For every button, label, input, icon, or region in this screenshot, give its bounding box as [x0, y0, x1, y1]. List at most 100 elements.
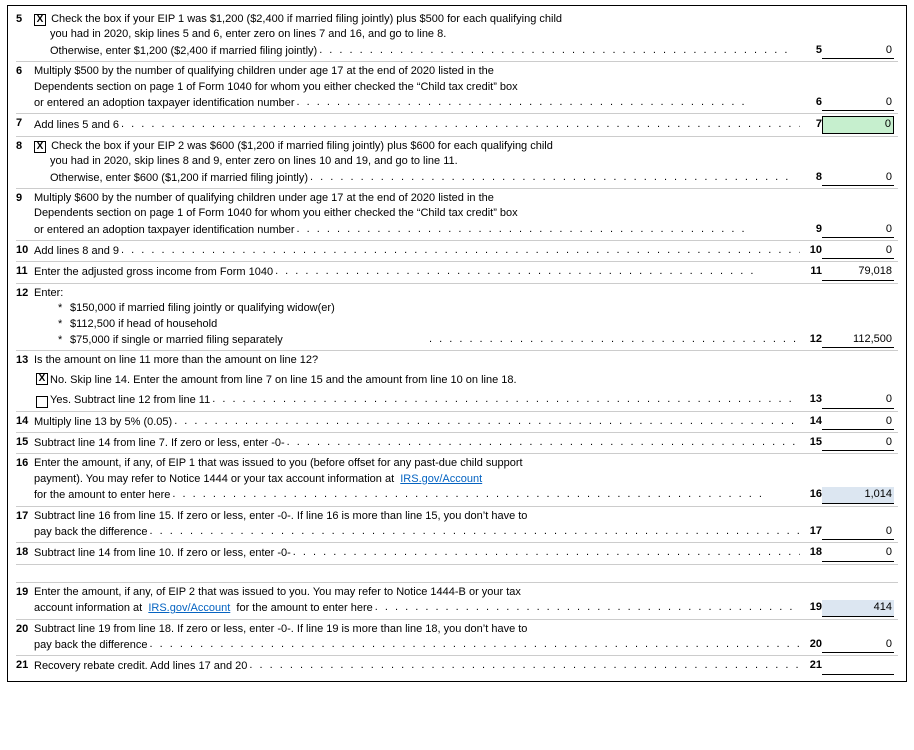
row-9: 9 Multiply $600 by the number of qualify…: [16, 189, 898, 241]
field-value-21[interactable]: [822, 658, 894, 674]
line-num-8: 8: [16, 139, 34, 152]
field-value-15[interactable]: 0: [822, 435, 894, 451]
line-num-16: 16: [16, 456, 34, 469]
line10-text: Add lines 8 and 9: [34, 244, 119, 259]
line-content-5: X Check the box if your EIP 1 was $1,200…: [34, 12, 898, 59]
line19-text1: Enter the amount, if any, of EIP 2 that …: [34, 585, 894, 600]
line6-text2: Dependents section on page 1 of Form 104…: [34, 80, 894, 95]
line16-text1: Enter the amount, if any, of EIP 1 that …: [34, 456, 894, 471]
line20-text2: pay back the difference: [34, 638, 148, 653]
field-value-5[interactable]: 0: [822, 43, 894, 59]
line19-dots: . . . . . . . . . . . . . . . . . . . . …: [373, 600, 800, 615]
row-16: 16 Enter the amount, if any, of EIP 1 th…: [16, 454, 898, 506]
line16-text3: for the amount to enter here: [34, 488, 170, 503]
line-num-14: 14: [16, 414, 34, 427]
checkbox-8[interactable]: X: [34, 141, 46, 153]
checkbox-yes-13[interactable]: [36, 396, 48, 408]
line-num-17: 17: [16, 509, 34, 522]
line17-text1: Subtract line 16 from line 15. If zero o…: [34, 509, 894, 524]
line12-dots: . . . . . . . . . . . . . . . . . . . . …: [427, 332, 800, 347]
line6-text3: or entered an adoption taxpayer identifi…: [34, 96, 295, 111]
line-content-7: Add lines 5 and 6 . . . . . . . . . . . …: [34, 116, 898, 133]
line-num-10: 10: [16, 243, 34, 256]
line16-dots: . . . . . . . . . . . . . . . . . . . . …: [170, 487, 800, 502]
line17-text2: pay back the difference: [34, 525, 148, 540]
line13-dots: . . . . . . . . . . . . . . . . . . . . …: [210, 392, 800, 407]
row-20: 20 Subtract line 19 from line 18. If zer…: [16, 620, 898, 657]
field-num-16: 16: [800, 487, 822, 503]
line-num-9: 9: [16, 191, 34, 204]
row-18: 18 Subtract line 14 from line 10. If zer…: [16, 543, 898, 564]
field-value-14[interactable]: 0: [822, 414, 894, 430]
field-value-8[interactable]: 0: [822, 170, 894, 186]
field-value-13[interactable]: 0: [822, 392, 894, 408]
checkbox-no-13[interactable]: X: [36, 373, 48, 385]
line18-text: Subtract line 14 from line 10. If zero o…: [34, 546, 291, 561]
line9-dots: . . . . . . . . . . . . . . . . . . . . …: [295, 222, 800, 237]
line-content-12: Enter: * $150,000 if married filing join…: [34, 286, 898, 349]
line12-bullet1: $150,000 if married filing jointly or qu…: [70, 301, 335, 316]
line-num-20: 20: [16, 622, 34, 635]
field-value-11[interactable]: 79,018: [822, 264, 894, 280]
line6-dots: . . . . . . . . . . . . . . . . . . . . …: [295, 95, 800, 110]
line5-text1: Check the box if your EIP 1 was $1,200 (…: [51, 13, 562, 25]
field-value-12[interactable]: 112,500: [822, 332, 894, 348]
line9-text2: Dependents section on page 1 of Form 104…: [34, 206, 894, 221]
line-num-18: 18: [16, 545, 34, 558]
line5-dots: . . . . . . . . . . . . . . . . . . . . …: [317, 43, 800, 58]
field-num-14: 14: [800, 414, 822, 430]
line-content-16: Enter the amount, if any, of EIP 1 that …: [34, 456, 898, 503]
line7-dots: . . . . . . . . . . . . . . . . . . . . …: [119, 117, 800, 132]
field-value-17[interactable]: 0: [822, 524, 894, 540]
line19-link[interactable]: IRS.gov/Account: [148, 602, 230, 614]
checkbox-5[interactable]: X: [34, 14, 46, 26]
field-value-19[interactable]: 414: [822, 600, 894, 616]
line10-dots: . . . . . . . . . . . . . . . . . . . . …: [119, 243, 800, 258]
row-17: 17 Subtract line 16 from line 15. If zer…: [16, 507, 898, 544]
line11-text: Enter the adjusted gross income from For…: [34, 265, 273, 280]
line-num-5: 5: [16, 12, 34, 25]
bullet2-icon: *: [58, 317, 70, 332]
field-value-7[interactable]: 0: [822, 116, 894, 133]
field-num-5: 5: [800, 43, 822, 59]
line20-text1: Subtract line 19 from line 18. If zero o…: [34, 622, 894, 637]
line8-text1: Check the box if your EIP 2 was $600 ($1…: [51, 140, 553, 152]
line-num-15: 15: [16, 435, 34, 448]
field-value-6[interactable]: 0: [822, 95, 894, 111]
row-12: 12 Enter: * $150,000 if married filing j…: [16, 284, 898, 352]
row-13a: 13 Is the amount on line 11 more than th…: [16, 351, 898, 370]
field-value-16[interactable]: 1,014: [822, 487, 894, 503]
field-value-10[interactable]: 0: [822, 243, 894, 259]
line17-dots: . . . . . . . . . . . . . . . . . . . . …: [148, 524, 800, 539]
field-num-8: 8: [800, 170, 822, 186]
line-num-19: 19: [16, 585, 34, 598]
field-num-12: 12: [800, 332, 822, 348]
line-num-6: 6: [16, 64, 34, 77]
line14-dots: . . . . . . . . . . . . . . . . . . . . …: [172, 414, 800, 429]
line16-link[interactable]: IRS.gov/Account: [400, 473, 482, 485]
line-content-13a: Is the amount on line 11 more than the a…: [34, 353, 898, 368]
field-num-19: 19: [800, 600, 822, 616]
row-8: 8 X Check the box if your EIP 2 was $600…: [16, 137, 898, 189]
line-content-19: Enter the amount, if any, of EIP 2 that …: [34, 585, 898, 617]
line12-enter: Enter:: [34, 286, 894, 301]
separator-row: [16, 565, 898, 583]
line-content-9: Multiply $600 by the number of qualifyin…: [34, 191, 898, 238]
line9-text1: Multiply $600 by the number of qualifyin…: [34, 191, 894, 206]
field-num-7: 7: [800, 117, 822, 133]
field-num-6: 6: [800, 95, 822, 111]
line14-text: Multiply line 13 by 5% (0.05): [34, 415, 172, 430]
line21-dots: . . . . . . . . . . . . . . . . . . . . …: [247, 658, 800, 673]
field-value-20[interactable]: 0: [822, 637, 894, 653]
field-value-18[interactable]: 0: [822, 545, 894, 561]
field-num-17: 17: [800, 524, 822, 540]
field-value-9[interactable]: 0: [822, 222, 894, 238]
line13-question: Is the amount on line 11 more than the a…: [34, 353, 894, 368]
field-num-9: 9: [800, 222, 822, 238]
line-content-15: Subtract line 14 from line 7. If zero or…: [34, 435, 898, 451]
line21-text: Recovery rebate credit. Add lines 17 and…: [34, 659, 247, 674]
row-13c: Yes. Subtract line 12 from line 11 . . .…: [16, 390, 898, 411]
line-num-13a: 13: [16, 353, 34, 366]
line-content-13c: Yes. Subtract line 12 from line 11 . . .…: [16, 392, 898, 408]
line-num-7: 7: [16, 116, 34, 129]
